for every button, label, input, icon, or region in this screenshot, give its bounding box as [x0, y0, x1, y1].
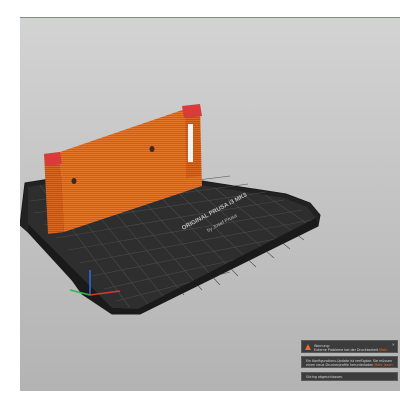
window-top-strip [0, 0, 400, 18]
warning-link[interactable]: Mehr [379, 348, 387, 352]
model-hole-2 [71, 178, 77, 184]
slicing-notification: Slicing abgeschlossen. [301, 372, 398, 381]
update-notification[interactable]: Ein Konfigurations-Update ist verfügbar.… [301, 356, 398, 368]
update-text: Ein Konfigurations-Update ist verfügbar.… [306, 359, 393, 367]
update-link[interactable]: Mehr lesen [374, 363, 392, 367]
window-bottom-strip [0, 391, 400, 400]
close-icon[interactable]: ✕ [392, 343, 395, 347]
slicing-text: Slicing abgeschlossen. [306, 375, 344, 379]
model-hole-1 [149, 146, 155, 152]
warning-icon [305, 344, 311, 350]
viewport-scene[interactable]: ORIGINAL PRUSA i3 MK3 by Josef Prusa [20, 18, 400, 391]
model-slot [188, 124, 193, 162]
model-left-top [44, 152, 62, 166]
3d-viewport[interactable]: ORIGINAL PRUSA i3 MK3 by Josef Prusa War… [20, 18, 400, 391]
warning-text: Externe Probleme bei der Druckbarkeit Me… [314, 348, 388, 352]
model-right-top [182, 104, 202, 118]
warning-notification[interactable]: Warnung: Externe Probleme bei der Druckb… [301, 340, 398, 353]
